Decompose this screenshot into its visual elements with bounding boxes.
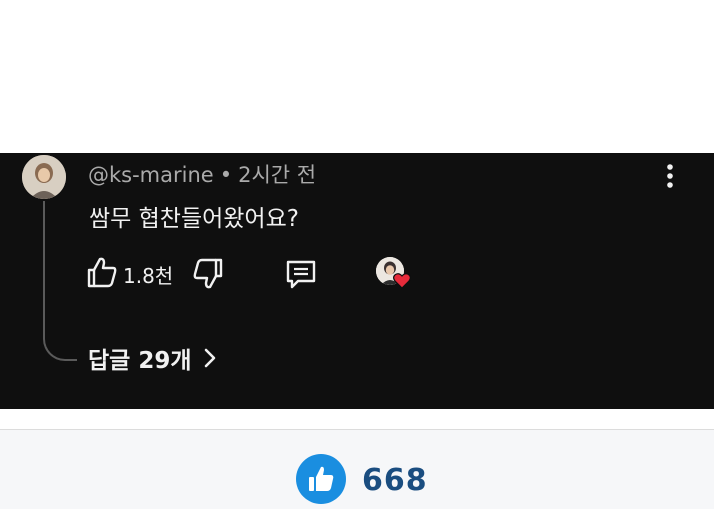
creator-heart-icon [376, 257, 414, 293]
comment-like-count: 1.8천 [123, 264, 174, 288]
commenter-avatar[interactable] [22, 155, 66, 199]
comment-thread: @ks-marine • 2시간 전 쌈무 협찬들어왔어요? 1.8천 답글 2… [0, 153, 714, 409]
replies-label: 답글 29개 [88, 348, 192, 374]
more-vert-icon[interactable] [660, 161, 680, 191]
thread-connector-line [43, 201, 77, 361]
thumb-up-icon[interactable] [86, 255, 118, 289]
bottom-like-count: 668 [362, 463, 428, 498]
top-blank-area [0, 0, 714, 153]
chevron-right-icon [202, 347, 218, 369]
comment-meta: @ks-marine • 2시간 전 [88, 159, 316, 189]
bottom-like-bar: 668 [0, 430, 714, 509]
meta-separator: • [219, 163, 233, 187]
comment-time: 2시간 전 [238, 163, 317, 187]
comment-username[interactable]: @ks-marine [88, 163, 214, 187]
comment-text: 쌈무 협찬들어왔어요? [89, 206, 299, 232]
view-replies-button[interactable]: 답글 29개 [88, 341, 218, 375]
thumb-up-filled-icon[interactable] [296, 454, 346, 504]
thumb-down-icon[interactable] [192, 257, 224, 291]
reply-icon[interactable] [284, 257, 318, 291]
heart-icon [392, 271, 412, 291]
